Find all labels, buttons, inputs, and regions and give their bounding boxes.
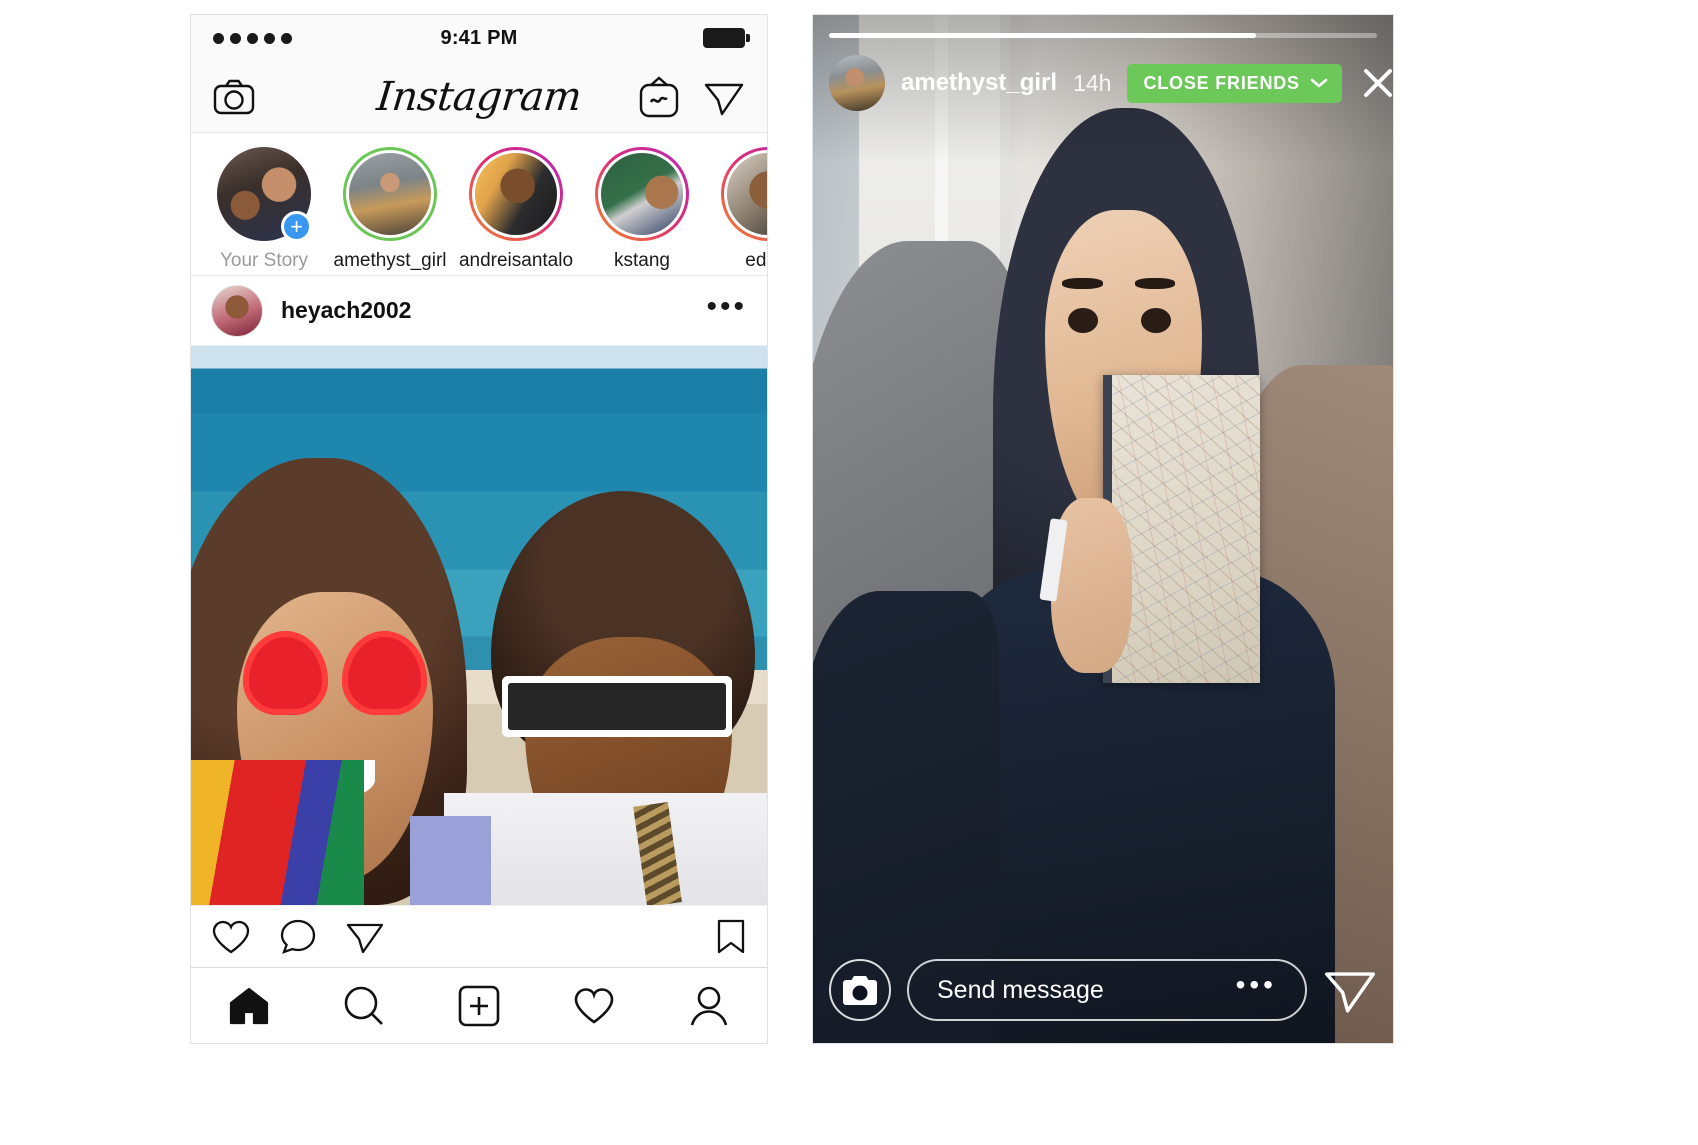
status-bar: 9:41 PM (191, 15, 767, 61)
send-message-placeholder: Send message (937, 975, 1104, 1004)
story-ring-close-friends (343, 147, 437, 241)
story-ring (595, 147, 689, 241)
status-time: 9:41 PM (440, 26, 518, 49)
story-ring (721, 147, 767, 241)
instagram-feed-screen: 9:41 PM Instagram + Your Story amethyst_… (190, 14, 768, 1044)
tab-activity[interactable] (537, 985, 652, 1027)
story-header: amethyst_girl 14h CLOSE FRIENDS (829, 55, 1392, 111)
post-options-button[interactable]: ••• (706, 291, 747, 321)
camera-icon[interactable] (213, 79, 255, 115)
story-edsal[interactable]: edsal (709, 147, 767, 272)
story-author-username[interactable]: amethyst_girl (901, 69, 1057, 97)
comment-bubble-icon[interactable] (279, 918, 317, 956)
story-image (813, 15, 1393, 1043)
tab-home[interactable] (191, 985, 306, 1027)
paper-plane-icon[interactable] (345, 918, 385, 956)
app-header: Instagram (191, 61, 767, 133)
tab-search[interactable] (306, 984, 421, 1028)
post-image (191, 346, 767, 905)
story-author-avatar[interactable] (829, 55, 885, 111)
story-label: Your Story (219, 250, 308, 271)
story-amethyst-girl[interactable]: amethyst_girl (331, 147, 449, 272)
tab-create[interactable] (421, 984, 536, 1028)
screenshot-canvas: 9:41 PM Instagram + Your Story amethyst_… (0, 0, 1698, 1145)
avatar (598, 150, 686, 238)
avatar (346, 150, 434, 238)
story-progress-bar (829, 33, 1377, 38)
igtv-icon[interactable] (639, 75, 679, 118)
plus-icon[interactable]: + (281, 211, 312, 242)
paper-plane-icon[interactable] (1323, 963, 1377, 1017)
paper-plane-icon[interactable] (703, 77, 745, 117)
stories-rail[interactable]: + Your Story amethyst_girl andreisantalo (191, 133, 767, 276)
post-avatar[interactable] (211, 284, 263, 337)
avatar (724, 150, 767, 238)
story-timestamp: 14h (1073, 69, 1112, 96)
heart-icon[interactable] (211, 918, 251, 956)
story-ring: + (217, 147, 312, 242)
story-andreisantalo[interactable]: andreisantalo (457, 147, 575, 272)
send-message-input[interactable]: Send message ••• (907, 959, 1307, 1021)
post-header: heyach2002 ••• (191, 276, 767, 346)
post-image-art (191, 346, 767, 905)
story-label: edsal (745, 250, 767, 271)
avatar (472, 150, 560, 238)
story-your-story[interactable]: + Your Story (205, 147, 323, 272)
close-x-icon[interactable] (1358, 63, 1394, 103)
story-label: amethyst_girl (333, 250, 447, 271)
instagram-story-screen[interactable]: amethyst_girl 14h CLOSE FRIENDS Send mes… (812, 14, 1394, 1044)
chevron-down-icon (1310, 78, 1328, 88)
bookmark-icon[interactable] (715, 918, 747, 956)
message-more-button[interactable]: ••• (1236, 971, 1277, 1002)
story-kstang[interactable]: kstang (583, 147, 701, 272)
close-friends-label: CLOSE FRIENDS (1143, 72, 1300, 93)
story-ring (469, 147, 563, 241)
bottom-tab-bar (191, 967, 767, 1043)
story-reply-bar: Send message ••• (829, 959, 1377, 1021)
post-action-bar (191, 905, 767, 967)
story-progress-fill (829, 33, 1257, 38)
close-friends-badge[interactable]: CLOSE FRIENDS (1127, 63, 1342, 103)
story-label: kstang (614, 250, 670, 271)
post-username[interactable]: heyach2002 (281, 297, 411, 324)
camera-icon[interactable] (829, 959, 891, 1021)
tab-profile[interactable] (652, 984, 767, 1028)
story-label: andreisantalo (458, 250, 574, 271)
battery-full-icon (703, 28, 750, 48)
